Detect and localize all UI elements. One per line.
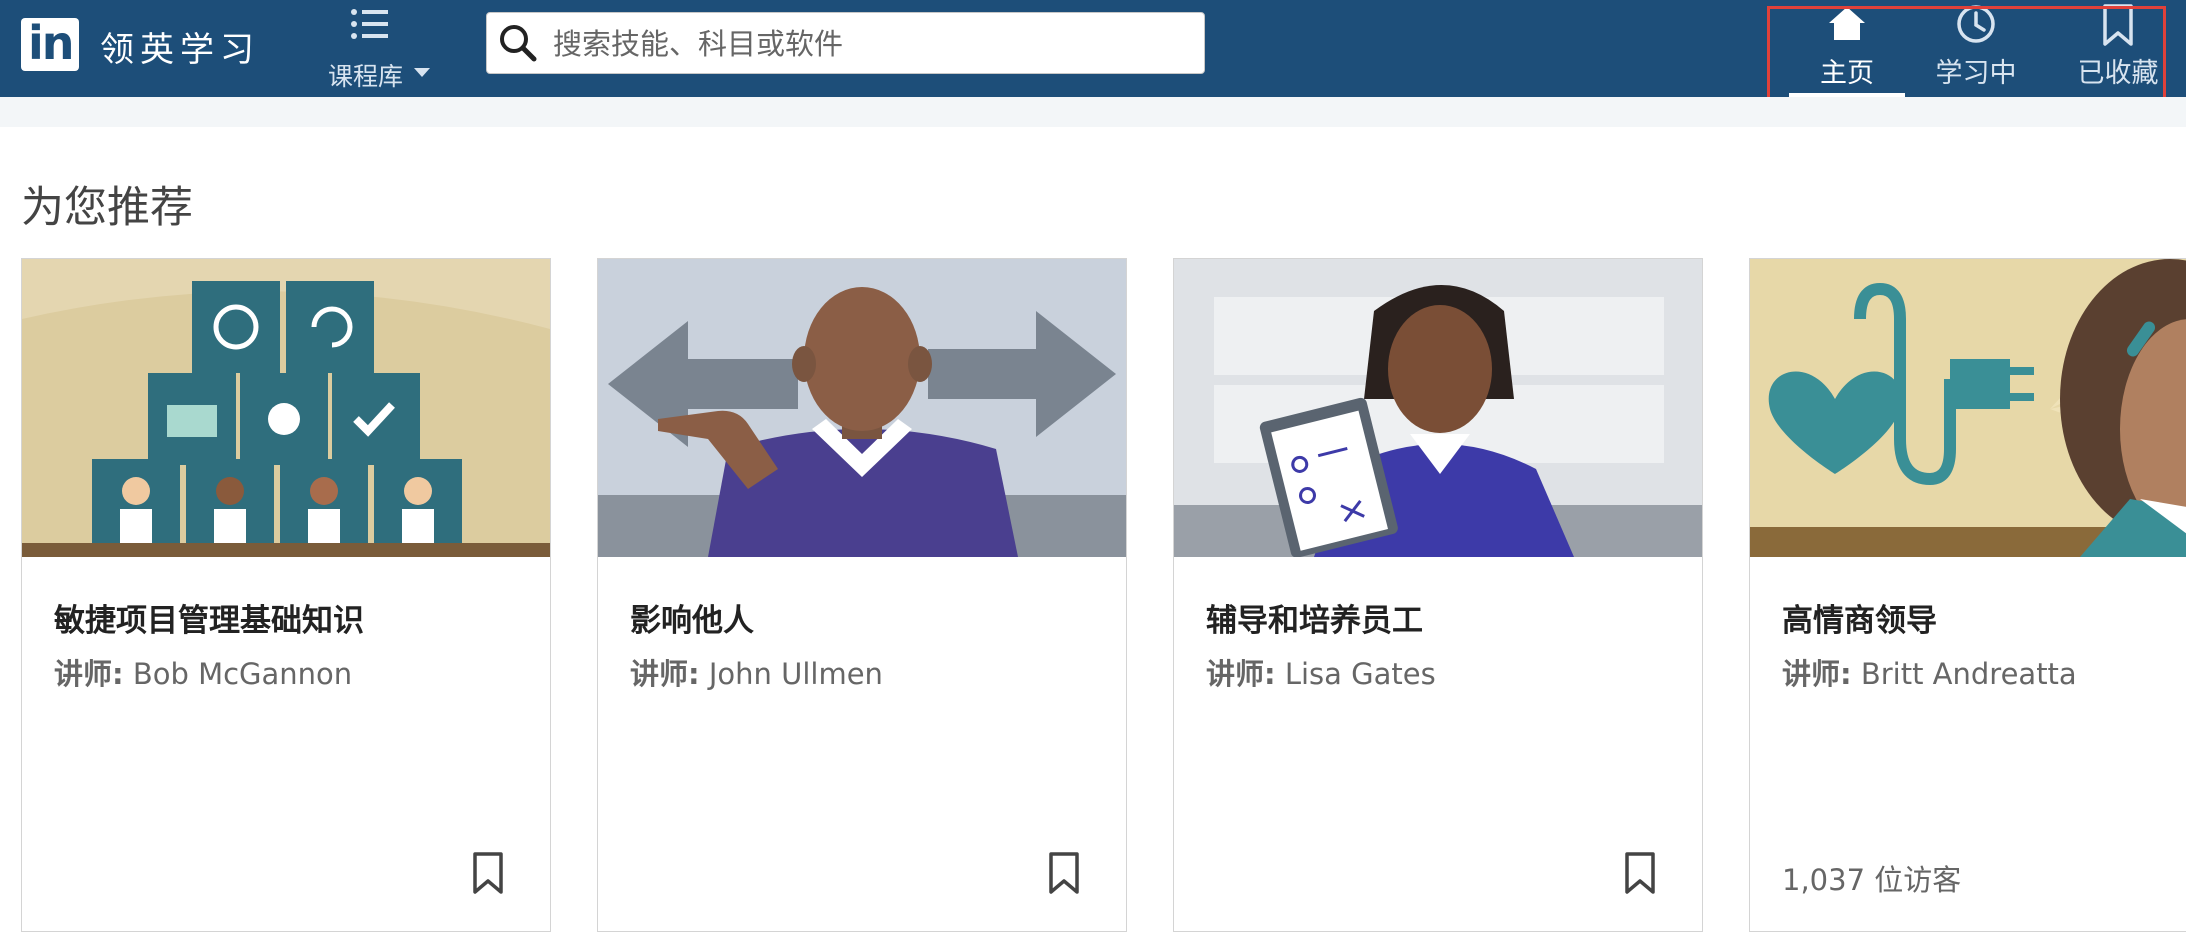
course-card[interactable]: 影响他人 讲师: John Ullmen (597, 258, 1127, 932)
course-card[interactable]: 高情商领导 讲师: Britt Andreatta 1,037 位访客 (1749, 258, 2186, 932)
instructor-name: Britt Andreatta (1860, 657, 2077, 691)
nav-home[interactable]: 主页 (1789, 0, 1905, 97)
bookmark-icon (1625, 852, 1655, 894)
course-instructor: 讲师: Bob McGannon (54, 651, 352, 693)
instructor-prefix: 讲师: (1782, 657, 1852, 691)
course-title[interactable]: 敏捷项目管理基础知识 (54, 595, 364, 640)
save-course-button[interactable] (471, 851, 505, 899)
instructor-name: Lisa Gates (1284, 657, 1436, 691)
instructor-prefix: 讲师: (630, 657, 700, 691)
linkedin-logo[interactable]: in (21, 16, 79, 71)
nav-learning[interactable]: 学习中 (1928, 0, 2024, 97)
course-instructor: 讲师: Lisa Gates (1206, 651, 1436, 693)
bookmark-icon (1049, 852, 1079, 894)
instructor-name: John Ullmen (708, 657, 883, 691)
visitor-count: 1,037 位访客 (1782, 863, 1962, 897)
library-menu-button[interactable]: 课程库 (322, 6, 432, 92)
bookmark-icon (473, 852, 503, 894)
search-box[interactable] (486, 12, 1205, 74)
course-instructor: 讲师: John Ullmen (630, 651, 883, 693)
top-navigation-bar: in 领英学习 课程库 主页 学习中 (0, 0, 2186, 97)
nav-saved[interactable]: 已收藏 (2070, 0, 2166, 97)
course-thumbnail (1174, 259, 1702, 557)
section-title: 为您推荐 (21, 183, 193, 233)
library-label: 课程库 (328, 62, 404, 91)
course-title[interactable]: 影响他人 (630, 595, 754, 640)
nav-home-label: 主页 (1820, 58, 1874, 89)
header-shadow-strip (0, 97, 2186, 127)
instructor-prefix: 讲师: (54, 657, 124, 691)
search-icon (500, 25, 537, 62)
brand-title[interactable]: 领英学习 (100, 22, 260, 71)
search-input[interactable] (551, 21, 1195, 67)
instructor-name: Bob McGannon (132, 657, 353, 691)
chevron-down-icon (414, 68, 430, 77)
instructor-prefix: 讲师: (1206, 657, 1276, 691)
course-card[interactable]: 敏捷项目管理基础知识 讲师: Bob McGannon (21, 258, 551, 932)
nav-saved-label: 已收藏 (2077, 58, 2159, 89)
course-title[interactable]: 辅导和培养员工 (1206, 595, 1423, 640)
course-title[interactable]: 高情商领导 (1782, 595, 1937, 640)
course-thumbnail (598, 259, 1126, 557)
course-thumbnail (22, 259, 550, 557)
list-icon (351, 9, 388, 39)
course-thumbnail (1750, 259, 2186, 557)
course-card[interactable]: 辅导和培养员工 讲师: Lisa Gates (1173, 258, 1703, 932)
nav-learning-label: 学习中 (1935, 58, 2017, 89)
home-icon (1829, 7, 1865, 40)
course-instructor: 讲师: Britt Andreatta (1782, 651, 2077, 693)
clock-icon (1957, 5, 1995, 43)
save-course-button[interactable] (1047, 851, 1081, 899)
save-course-button[interactable] (1623, 851, 1657, 899)
bookmark-icon (2103, 4, 2133, 46)
logo-text: in (28, 16, 74, 70)
